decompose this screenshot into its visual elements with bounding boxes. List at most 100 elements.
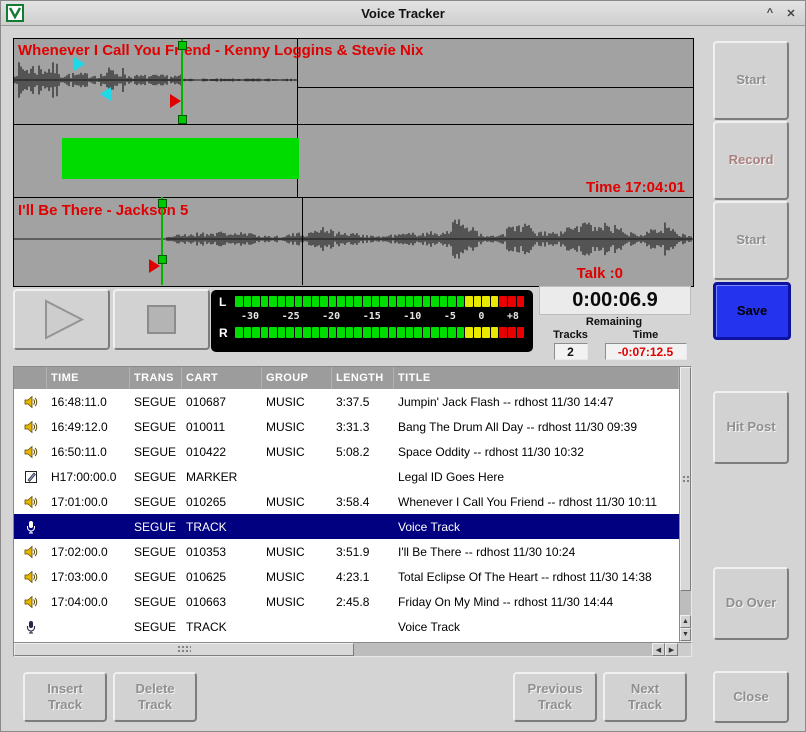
- cell-time: 17:04:00.0: [47, 589, 130, 614]
- horizontal-scrollbar[interactable]: ◀ ▶: [13, 642, 692, 657]
- cell-time: 17:02:00.0: [47, 539, 130, 564]
- track2-play-marker[interactable]: [149, 259, 160, 273]
- track2-edit-cursor[interactable]: [161, 197, 163, 285]
- cell-trans: SEGUE: [130, 414, 182, 439]
- table-row[interactable]: 16:48:11.0SEGUE010687MUSIC3:37.5Jumpin' …: [14, 389, 679, 414]
- window-shade-button[interactable]: ^: [761, 5, 779, 21]
- scroll-right-button[interactable]: ▶: [665, 643, 678, 656]
- horizontal-scrollbar-track[interactable]: [14, 643, 652, 656]
- track1-play-marker[interactable]: [170, 94, 181, 108]
- cell-length: 5:08.2: [332, 439, 394, 464]
- column-header-trans[interactable]: TRANS: [130, 367, 182, 389]
- cell-trans: SEGUE: [130, 564, 182, 589]
- next-track-button[interactable]: Next Track: [603, 672, 687, 722]
- scrollbar-corner: [678, 643, 691, 656]
- column-header-icon[interactable]: [14, 367, 47, 389]
- table-row[interactable]: 17:03:00.0SEGUE010625MUSIC4:23.1Total Ec…: [14, 564, 679, 589]
- column-header-length[interactable]: LENGTH: [332, 367, 394, 389]
- table-row[interactable]: 16:50:11.0SEGUE010422MUSIC5:08.2Space Od…: [14, 439, 679, 464]
- insert-track-button[interactable]: Insert Track: [23, 672, 107, 722]
- meter-scale-label: 0: [478, 311, 484, 324]
- meter-left-segments: [235, 296, 525, 307]
- cell-trans: SEGUE: [130, 489, 182, 514]
- cell-length: [332, 614, 394, 639]
- cell-cart: 010011: [182, 414, 262, 439]
- save-button[interactable]: Save: [713, 282, 791, 340]
- cell-group: MUSIC: [262, 539, 332, 564]
- close-button[interactable]: Close: [713, 671, 789, 723]
- table-row[interactable]: SEGUETRACKVoice Track: [14, 614, 679, 639]
- cell-group: MUSIC: [262, 564, 332, 589]
- scroll-down-button[interactable]: ▼: [680, 628, 691, 641]
- window-close-button[interactable]: ✕: [782, 5, 800, 21]
- fade-marker-1[interactable]: [74, 57, 85, 71]
- fade-marker-2[interactable]: [100, 87, 111, 101]
- horizontal-scrollbar-thumb[interactable]: [14, 643, 354, 656]
- scroll-left-button[interactable]: ◀: [652, 643, 665, 656]
- speaker-icon: [14, 539, 47, 564]
- track1-cursor-handle-top[interactable]: [178, 41, 187, 50]
- remaining-label: Remaining: [539, 316, 689, 328]
- track2-cursor-handle-top[interactable]: [158, 199, 167, 208]
- right-pane-baseline: [297, 87, 693, 88]
- waveform-panel[interactable]: Whenever I Call You Friend - Kenny Loggi…: [13, 38, 694, 287]
- cell-group: MUSIC: [262, 389, 332, 414]
- cell-length: 2:45.8: [332, 589, 394, 614]
- cell-title: Space Oddity -- rdhost 11/30 10:32: [394, 439, 679, 464]
- scroll-up-button[interactable]: ▲: [680, 615, 691, 628]
- meter-scale-label: -5: [444, 311, 456, 324]
- speaker-icon: [14, 489, 47, 514]
- cell-title: Bang The Drum All Day -- rdhost 11/30 09…: [394, 414, 679, 439]
- meter-scale-label: -10: [403, 311, 421, 324]
- pane-divider-1: [14, 124, 693, 125]
- do-over-button[interactable]: Do Over: [713, 567, 789, 640]
- vertical-scrollbar[interactable]: ▲ ▼: [679, 366, 692, 642]
- cell-cart: 010687: [182, 389, 262, 414]
- cell-length: 4:23.1: [332, 564, 394, 589]
- column-header-cart[interactable]: CART: [182, 367, 262, 389]
- table-row[interactable]: H17:00:00.0SEGUEMARKERLegal ID Goes Here: [14, 464, 679, 489]
- speaker-icon: [14, 389, 47, 414]
- record-button[interactable]: Record: [713, 121, 789, 200]
- scroll-grip-icon: [177, 645, 191, 654]
- play-button[interactable]: [13, 289, 110, 350]
- cell-cart: TRACK: [182, 514, 262, 539]
- track1-cursor-handle-bottom[interactable]: [178, 115, 187, 124]
- window-titlebar[interactable]: Voice Tracker ^ ✕: [1, 1, 805, 26]
- table-row[interactable]: 17:01:00.0SEGUE010265MUSIC3:58.4Whenever…: [14, 489, 679, 514]
- column-header-time[interactable]: TIME: [47, 367, 130, 389]
- cell-length: [332, 514, 394, 539]
- time-remaining-label: Time: [602, 329, 689, 341]
- cell-time: 16:50:11.0: [47, 439, 130, 464]
- cell-cart: TRACK: [182, 614, 262, 639]
- cell-group: [262, 464, 332, 489]
- voice-track-region[interactable]: [62, 138, 299, 179]
- cell-time: 16:48:11.0: [47, 389, 130, 414]
- speaker-icon: [14, 589, 47, 614]
- log-table-body: 16:48:11.0SEGUE010687MUSIC3:37.5Jumpin' …: [14, 389, 679, 639]
- hit-post-button[interactable]: Hit Post: [713, 391, 789, 464]
- cell-cart: 010353: [182, 539, 262, 564]
- cell-cart: 010265: [182, 489, 262, 514]
- window-title: Voice Tracker: [1, 6, 805, 21]
- previous-track-button[interactable]: Previous Track: [513, 672, 597, 722]
- table-row[interactable]: 16:49:12.0SEGUE010011MUSIC3:31.3Bang The…: [14, 414, 679, 439]
- meter-right-label: R: [219, 326, 235, 340]
- vertical-scrollbar-thumb[interactable]: [680, 367, 691, 591]
- cell-trans: SEGUE: [130, 614, 182, 639]
- cell-time: 17:01:00.0: [47, 489, 130, 514]
- column-header-title[interactable]: TITLE: [394, 367, 679, 389]
- cell-title: Voice Track: [394, 514, 679, 539]
- tracks-remaining-label: Tracks: [539, 329, 602, 341]
- table-row[interactable]: SEGUETRACKVoice Track: [14, 514, 679, 539]
- start-track1-button[interactable]: Start: [713, 41, 789, 120]
- column-header-group[interactable]: GROUP: [262, 367, 332, 389]
- track1-edit-cursor[interactable]: [181, 39, 183, 124]
- start-track2-button[interactable]: Start: [713, 201, 789, 280]
- stop-button[interactable]: [113, 289, 210, 350]
- scroll-grip-icon: [681, 475, 690, 484]
- table-row[interactable]: 17:02:00.0SEGUE010353MUSIC3:51.9I'll Be …: [14, 539, 679, 564]
- cell-cart: 010663: [182, 589, 262, 614]
- delete-track-button[interactable]: Delete Track: [113, 672, 197, 722]
- table-row[interactable]: 17:04:00.0SEGUE010663MUSIC2:45.8Friday O…: [14, 589, 679, 614]
